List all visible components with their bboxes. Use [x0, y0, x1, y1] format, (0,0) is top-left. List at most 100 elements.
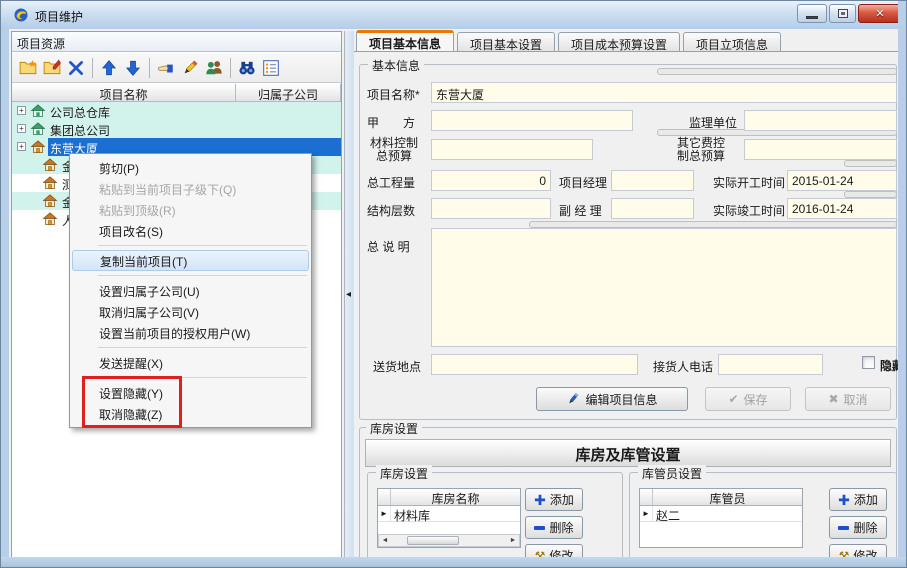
- delivery-place-input[interactable]: [431, 354, 638, 375]
- tab-bar: 项目基本信息项目基本设置项目成本预算设置项目立项信息: [356, 30, 784, 52]
- warehouse-remove-button[interactable]: 删除: [525, 516, 583, 539]
- minus-icon: [838, 526, 849, 530]
- collapse-arrow-icon[interactable]: ◂: [346, 289, 351, 300]
- expand-icon[interactable]: +: [17, 106, 26, 115]
- project-manager-label: 项目经理: [559, 174, 607, 191]
- keeper-table[interactable]: 库管员►赵二: [639, 488, 803, 548]
- hide-checkbox[interactable]: [862, 356, 875, 369]
- table-row[interactable]: ►材料库: [378, 506, 520, 522]
- column-subsidiary[interactable]: 归属子公司: [236, 84, 341, 102]
- panel-splitter[interactable]: ◂: [344, 31, 354, 557]
- search-icon[interactable]: [235, 56, 259, 80]
- minus-icon: [534, 526, 545, 530]
- supervisor-input[interactable]: [744, 110, 897, 131]
- table-column-title: 库管员: [653, 489, 802, 505]
- project-icon: [42, 211, 58, 227]
- description-textarea[interactable]: [431, 228, 897, 347]
- new-folder-icon[interactable]: [16, 56, 40, 80]
- keeper-group-legend: 库管员设置: [638, 465, 706, 482]
- deputy-manager-input[interactable]: [611, 198, 694, 219]
- row-separator: [657, 68, 897, 75]
- basic-info-legend: 基本信息: [368, 57, 424, 74]
- restore-button[interactable]: [829, 4, 856, 23]
- table-cell[interactable]: 材料库: [391, 506, 520, 521]
- menu-item[interactable]: 剪切(P): [72, 157, 309, 178]
- tab-3[interactable]: 项目成本预算设置: [558, 32, 680, 52]
- tab-2[interactable]: 项目基本设置: [457, 32, 555, 52]
- pencil-icon: [566, 392, 580, 406]
- pencil-icon[interactable]: [178, 56, 202, 80]
- tree-row[interactable]: + 集团总公司: [12, 120, 341, 138]
- app-icon: [13, 7, 29, 23]
- receiver-phone-label: 接货人电话: [653, 358, 713, 375]
- up-arrow-icon[interactable]: [97, 56, 121, 80]
- total-quantity-input[interactable]: 0: [431, 170, 551, 191]
- menu-item[interactable]: 设置当前项目的授权用户(W): [72, 322, 309, 343]
- expand-icon[interactable]: +: [17, 124, 26, 133]
- tree-toolbar: [12, 53, 341, 83]
- menu-separator: [98, 275, 307, 276]
- minimize-button[interactable]: [797, 4, 827, 23]
- menu-item[interactable]: 设置隐藏(Y): [72, 382, 309, 403]
- edit-project-button[interactable]: 编辑项目信息: [536, 387, 688, 411]
- delete-icon[interactable]: [64, 56, 88, 80]
- menu-separator: [98, 377, 307, 378]
- project-name-input[interactable]: 东营大厦: [431, 82, 897, 103]
- hand-pointer-icon[interactable]: [154, 56, 178, 80]
- column-project-name[interactable]: 项目名称: [12, 84, 236, 102]
- project-icon: [42, 175, 58, 191]
- scroll-right-icon[interactable]: ►: [507, 537, 519, 544]
- warehouse-add-button[interactable]: ✚添加: [525, 488, 583, 511]
- list-view-icon[interactable]: [259, 56, 283, 80]
- menu-item[interactable]: 设置归属子公司(U): [72, 280, 309, 301]
- scroll-thumb[interactable]: [407, 536, 459, 545]
- company-icon: [30, 103, 46, 119]
- other-budget-input[interactable]: [744, 139, 897, 160]
- table-header: 库管员: [640, 489, 802, 506]
- plus-icon: ✚: [838, 494, 850, 506]
- tab-1[interactable]: 项目基本信息: [356, 30, 454, 52]
- menu-item[interactable]: 复制当前项目(T): [72, 250, 309, 271]
- keeper-remove-button[interactable]: 删除: [829, 516, 887, 539]
- scroll-left-icon[interactable]: ◄: [379, 537, 391, 544]
- table-row[interactable]: ►赵二: [640, 506, 802, 522]
- material-budget-label: 材料控制总预算: [359, 137, 429, 163]
- warehouse-table-scrollbar[interactable]: ◄ ►: [378, 534, 520, 547]
- actual-finish-input[interactable]: 2016-01-24: [787, 198, 897, 219]
- window: 项目维护 ✕ 项目资源 项目名称 归属子公司 +公司总仓库+集团总公司+东营大厦…: [0, 0, 907, 568]
- menu-item[interactable]: 取消隐藏(Z): [72, 403, 309, 424]
- menu-item[interactable]: 发送提醒(X): [72, 352, 309, 373]
- cancel-button[interactable]: ✖ 取消: [805, 387, 891, 411]
- menu-item: 粘贴到顶级(R): [72, 199, 309, 220]
- floors-input[interactable]: [431, 198, 551, 219]
- project-icon: [30, 139, 46, 155]
- titlebar: 项目维护 ✕: [1, 1, 907, 29]
- table-cell[interactable]: 赵二: [653, 506, 802, 521]
- detail-panel: 项目基本信息项目基本设置项目成本预算设置项目立项信息 基本信息 项目名称* 东营…: [354, 29, 900, 559]
- delivery-place-label: 送货地点: [373, 358, 421, 375]
- keeper-add-button[interactable]: ✚添加: [829, 488, 887, 511]
- tab-4[interactable]: 项目立项信息: [683, 32, 781, 52]
- x-icon: ✖: [828, 392, 838, 406]
- down-arrow-icon[interactable]: [121, 56, 145, 80]
- tree-label[interactable]: 公司总仓库: [50, 104, 110, 121]
- other-budget-label: 其它费控制总预算: [662, 137, 740, 163]
- actual-start-input[interactable]: 2015-01-24: [787, 170, 897, 191]
- material-budget-input[interactable]: [431, 139, 593, 160]
- tree-label[interactable]: 集团总公司: [50, 122, 110, 139]
- tree-row[interactable]: + 公司总仓库: [12, 102, 341, 120]
- receiver-phone-input[interactable]: [718, 354, 823, 375]
- menu-item[interactable]: 项目改名(S): [72, 220, 309, 241]
- menu-separator: [98, 347, 307, 348]
- minimize-icon: [806, 16, 818, 19]
- project-icon: [42, 193, 58, 209]
- expand-icon[interactable]: +: [17, 142, 26, 151]
- save-button[interactable]: ✔ 保存: [705, 387, 791, 411]
- edit-folder-icon[interactable]: [40, 56, 64, 80]
- users-icon[interactable]: [202, 56, 226, 80]
- close-button[interactable]: ✕: [858, 4, 902, 23]
- menu-item[interactable]: 取消归属子公司(V): [72, 301, 309, 322]
- party-a-input[interactable]: [431, 110, 633, 131]
- project-manager-input[interactable]: [611, 170, 694, 191]
- window-title: 项目维护: [35, 8, 83, 25]
